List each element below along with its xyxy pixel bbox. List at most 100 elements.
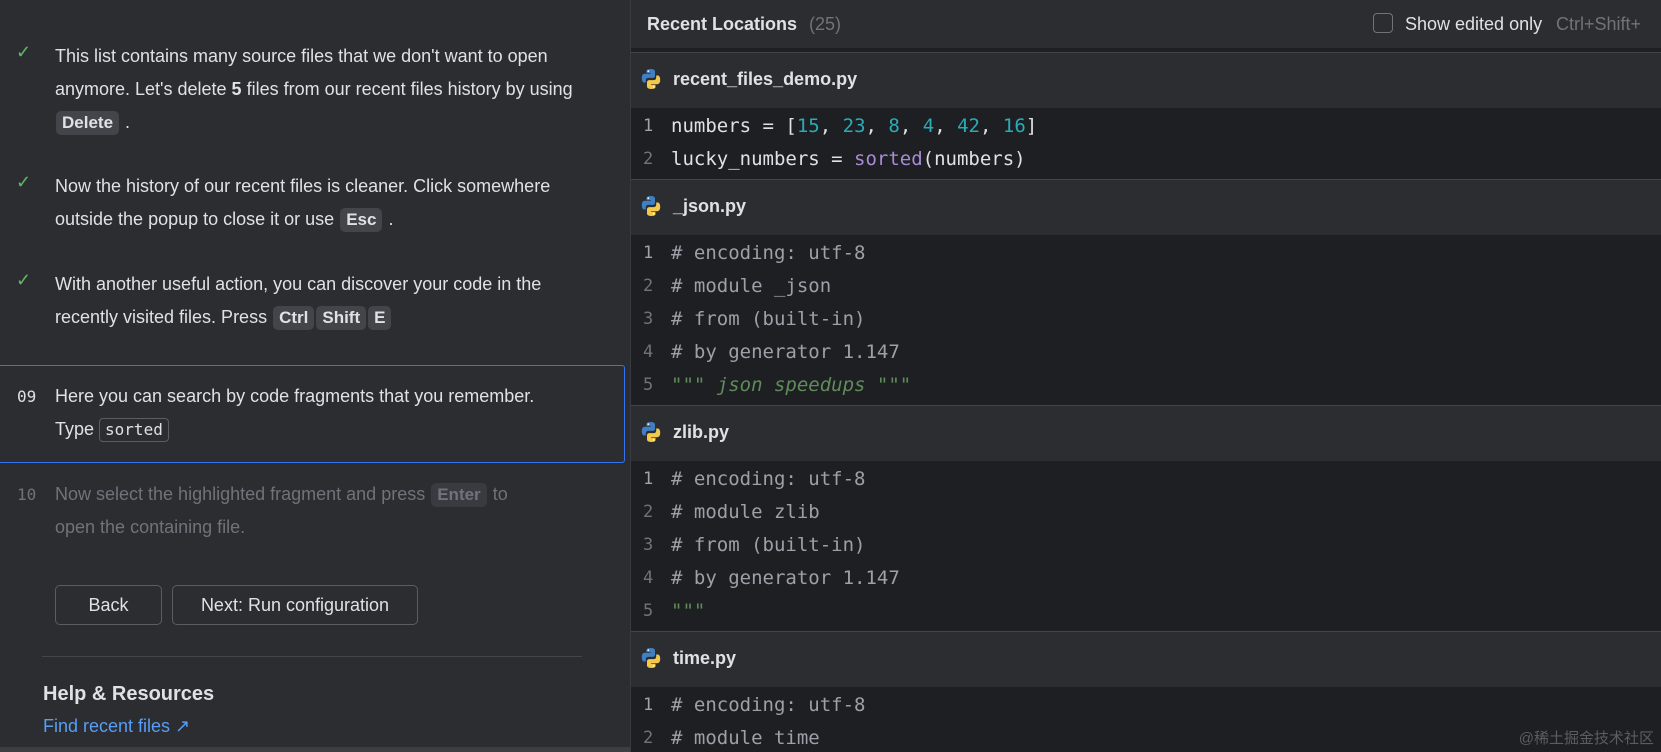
step-text: With another useful action, you can disc… — [55, 268, 600, 334]
step-number: 10 — [17, 485, 37, 504]
step-text: Now select the highlighted fragment and … — [55, 478, 600, 544]
code-token: # by generator 1.147 — [671, 567, 900, 589]
code-text: lucky_numbers = sorted(numbers) — [671, 143, 1026, 176]
file-name: time.py — [673, 648, 737, 668]
code-line: 4 # by generator 1.147 — [631, 562, 1661, 595]
code-line: 1 # encoding: utf-8 — [631, 237, 1661, 270]
code-line: 5 """ — [631, 595, 1661, 628]
code-text: # from (built-in) — [671, 529, 865, 562]
code-line: 2 # module zlib — [631, 496, 1661, 529]
line-number: 2 — [643, 149, 654, 169]
code-token: """ json speedups """ — [671, 374, 912, 396]
code-line: 1 # encoding: utf-8 — [631, 463, 1661, 496]
recent-locations-popup: Recent Locations (25) Show edited only C… — [630, 0, 1661, 752]
location-count: (25) — [809, 14, 842, 34]
line-number: 1 — [643, 469, 654, 489]
step-text-part: files from our recent files history by u… — [241, 79, 573, 99]
code-snippet-sorted: sorted — [99, 418, 169, 442]
shortcut-ctrl: Ctrl — [273, 306, 315, 330]
code-line: 3 # from (built-in) — [631, 529, 1661, 562]
code-token: , — [934, 115, 958, 137]
show-edited-only-label[interactable]: Show edited only — [1405, 14, 1542, 35]
recent-location-entry[interactable]: _json.py 1 # encoding: utf-8 2 # module _jso… — [631, 179, 1661, 406]
line-number: 1 — [643, 243, 654, 263]
code-text: numbers = [15, 23, 8, 4, 42, 16] — [671, 110, 1037, 143]
code-text: """ — [671, 595, 705, 628]
code-token: numbers = [ — [671, 115, 797, 137]
file-name: recent_files_demo.py — [673, 69, 858, 89]
recent-location-entry[interactable]: zlib.py 1 # encoding: utf-8 2 # module zlib 3… — [631, 405, 1661, 632]
code-text: # by generator 1.147 — [671, 336, 900, 369]
code-token: 23 — [842, 115, 866, 137]
python-icon — [641, 196, 661, 216]
code-token: , — [899, 115, 923, 137]
code-token: # module time — [671, 727, 820, 749]
code-token: # from (built-in) — [671, 534, 866, 556]
code-text: # module _json — [671, 270, 831, 303]
code-token: , — [979, 115, 1003, 137]
watermark: @稀土掘金技术社区 — [1518, 730, 1654, 747]
code-text: # encoding: utf-8 — [671, 689, 865, 722]
file-name: zlib.py — [673, 422, 730, 442]
file-header[interactable]: recent_files_demo.py — [631, 53, 1661, 108]
code-preview: 1 # encoding: utf-8 2 # module zlib 3 # from … — [631, 463, 1661, 628]
code-line: 2 # module time — [631, 722, 1661, 752]
back-button[interactable]: Back — [55, 585, 162, 625]
checkmark-icon: ✓ — [16, 270, 32, 290]
line-number: 1 — [643, 116, 654, 136]
find-recent-files-link[interactable]: Find recent files ↗ — [43, 716, 190, 737]
shortcut-delete: Delete — [56, 111, 120, 135]
code-token: 4 — [922, 115, 935, 137]
shortcut-enter: Enter — [431, 483, 487, 507]
recent-location-entry[interactable]: time.py 1 # encoding: utf-8 2 # module time — [631, 631, 1661, 752]
step-text-bold: 5 — [231, 79, 242, 99]
code-token: ] — [1025, 115, 1038, 137]
divider — [42, 656, 582, 657]
line-number: 3 — [643, 309, 654, 329]
code-text: # by generator 1.147 — [671, 562, 900, 595]
line-number: 5 — [643, 601, 654, 621]
line-number: 5 — [643, 375, 654, 395]
python-icon — [641, 648, 661, 668]
file-header[interactable]: _json.py — [631, 180, 1661, 235]
code-line: 1 numbers = [15, 23, 8, 4, 42, 16] — [631, 110, 1661, 143]
recent-location-entry[interactable]: recent_files_demo.py 1 numbers = [15, 23, … — [631, 52, 1661, 180]
code-token: # module zlib — [671, 501, 820, 523]
show-edited-only-checkbox[interactable] — [1373, 13, 1393, 33]
status-strip — [0, 747, 630, 752]
code-token: lucky_numbers = — [671, 148, 855, 170]
step-text-part: Now select the highlighted fragment and … — [55, 484, 431, 504]
code-preview: 1 # encoding: utf-8 2 # module _json 3 # from… — [631, 237, 1661, 402]
step-text: This list contains many source files tha… — [55, 40, 600, 139]
file-header[interactable]: zlib.py — [631, 406, 1661, 461]
code-token: 16 — [1002, 115, 1026, 137]
step-text-part: Now the history of our recent files is c… — [55, 176, 551, 229]
file-header[interactable]: time.py — [631, 632, 1661, 687]
code-token: # encoding: utf-8 — [671, 694, 866, 716]
line-number: 1 — [643, 695, 654, 715]
code-token: # by generator 1.147 — [671, 341, 900, 363]
code-token: 8 — [888, 115, 900, 137]
shortcut-esc: Esc — [340, 208, 383, 232]
code-line: 4 # by generator 1.147 — [631, 336, 1661, 369]
shortcut-shift: Shift — [316, 306, 367, 330]
code-token: """ — [671, 600, 706, 622]
help-resources-title: Help & Resources — [43, 683, 215, 705]
line-number: 2 — [643, 276, 654, 296]
code-line: 3 # from (built-in) — [631, 303, 1661, 336]
popup-header: Recent Locations (25) Show edited only C… — [631, 0, 1661, 48]
step-text-part: . — [383, 209, 394, 229]
checkmark-icon: ✓ — [16, 172, 32, 192]
code-line: 5 """ json speedups """ — [631, 369, 1661, 402]
step-text: Here you can search by code fragments th… — [55, 380, 600, 446]
code-preview: 1 # encoding: utf-8 2 # module time — [631, 689, 1661, 752]
step-text-part: to — [487, 484, 508, 504]
code-text: # encoding: utf-8 — [671, 463, 865, 496]
show-edited-shortcut: Ctrl+Shift+ — [1556, 14, 1642, 34]
code-token: 15 — [796, 115, 820, 137]
next-run-configuration-button[interactable]: Next: Run configuration — [172, 585, 418, 625]
step-text-part: Type — [55, 419, 100, 439]
python-icon — [641, 69, 661, 89]
step-text-part: open the containing file. — [55, 517, 246, 537]
code-token: # from (built-in) — [671, 308, 866, 330]
